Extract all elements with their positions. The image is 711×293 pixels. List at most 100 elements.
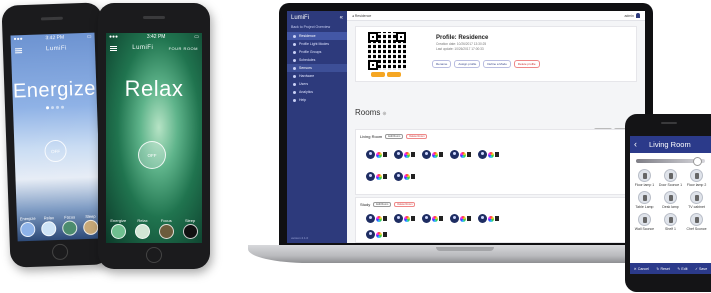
scene-chip[interactable]: Energize (20, 216, 37, 238)
scene-chip[interactable]: Relax (41, 215, 58, 237)
power-button[interactable]: OFF (44, 139, 67, 163)
clock: 3:42 PM (45, 34, 65, 42)
sidebar-item-hardware[interactable]: Hardware (287, 72, 347, 80)
collapse-icon[interactable]: « (340, 15, 343, 21)
bulb-icon (394, 214, 403, 223)
lamp-tile[interactable]: Chef Sconce (686, 213, 707, 231)
power-button[interactable]: OFF (138, 141, 166, 169)
nav-icon (293, 58, 296, 62)
bulb-icon (366, 214, 375, 223)
home-button[interactable] (146, 247, 162, 263)
scene-chip[interactable]: Relax (134, 218, 150, 239)
status-bar: ●●● 3:42 PM ▭ (106, 33, 202, 42)
scene-chip[interactable]: Focus (62, 214, 78, 236)
device-row (366, 214, 499, 223)
lamp-tile[interactable]: Door Sconce 1 (659, 169, 682, 187)
color-wheel-icon (432, 151, 438, 158)
color-wheel-icon (488, 151, 494, 158)
light-device[interactable] (366, 230, 387, 239)
room-study: Study Edit Room Delete Room (355, 197, 637, 243)
back-chevron-icon[interactable]: ‹ (634, 140, 637, 149)
light-device[interactable] (478, 150, 499, 159)
rename-button[interactable]: Rename (432, 60, 452, 68)
scene-chip[interactable]: Energize (110, 218, 126, 239)
scene-chip[interactable]: Sleep (83, 214, 99, 236)
profile-info: Profile: Residence Creation date: 10/26/… (436, 35, 488, 51)
light-device[interactable] (422, 214, 443, 223)
room-header: Study Edit Room Delete Room (360, 202, 416, 207)
sidebar-item-analytics[interactable]: Analytics (287, 88, 347, 96)
light-device[interactable] (394, 172, 415, 181)
lamp-icon (690, 169, 704, 182)
scene-title: Energize (12, 77, 97, 103)
lamp-tile[interactable]: Desk lamp (659, 191, 682, 209)
sidebar-item-light-modes[interactable]: Profile Light Modes (287, 40, 347, 48)
menu-icon[interactable] (110, 45, 117, 51)
lamp-tile[interactable]: Floor lamp 2 (686, 169, 707, 187)
light-device[interactable] (394, 150, 415, 159)
delete-profile-button[interactable]: Delete profile (513, 60, 540, 68)
lamp-icon (690, 213, 704, 226)
color-wheel-icon (376, 215, 382, 222)
battery-icon: ▭ (86, 33, 92, 40)
lamp-tile[interactable]: TV cabinet (686, 191, 707, 209)
app-brand: LumiFi (45, 45, 68, 53)
lamp-tile[interactable]: Shelf 1 (659, 213, 682, 231)
define-mode-button[interactable]: Define a Mode (483, 60, 511, 68)
light-device[interactable] (450, 150, 471, 159)
sidebar-item-groups[interactable]: Profile Groups (287, 48, 347, 56)
scene-title: Relax (124, 76, 184, 101)
qr-print-button[interactable] (371, 72, 385, 77)
scene-selector: Energize Relax Focus Sleep (17, 213, 102, 238)
qr-download-button[interactable] (387, 72, 401, 77)
save-button[interactable]: ✓ Save (695, 267, 707, 271)
back-to-projects-link[interactable]: Back to Project Overview (287, 25, 347, 32)
scene-chip[interactable]: Sleep (182, 218, 198, 239)
breadcrumb[interactable]: ◂ Residence (352, 14, 371, 18)
light-device[interactable] (394, 214, 415, 223)
home-button[interactable] (51, 243, 69, 261)
bulb-icon (450, 150, 459, 159)
device-row (366, 150, 499, 159)
sidebar-item-sensors[interactable]: Sensors (287, 64, 347, 72)
switch-icon (467, 152, 471, 157)
assign-profile-button[interactable]: Assign profile (454, 60, 481, 68)
switch-icon (467, 216, 471, 221)
reset-button[interactable]: ↻ Reset (656, 267, 669, 271)
cancel-button[interactable]: ✕ Cancel (634, 267, 649, 271)
lamp-icon (637, 191, 651, 204)
delete-room-button[interactable]: Delete Room (394, 202, 416, 207)
sidebar-item-users[interactable]: Users (287, 80, 347, 88)
edit-room-button[interactable]: Edit Room (385, 134, 404, 139)
menu-icon[interactable] (14, 47, 23, 53)
bulb-icon (366, 172, 375, 181)
light-device[interactable] (450, 214, 471, 223)
living-room-screen: ‹ Living Room Floor lamp 1 Door Sconce 1… (630, 136, 711, 274)
sidebar-item-residence[interactable]: Residence (287, 32, 347, 40)
light-device[interactable] (366, 150, 387, 159)
sidebar-item-help[interactable]: Help (287, 96, 347, 104)
bulb-icon (394, 150, 403, 159)
add-room-icon[interactable]: ⊕ (382, 111, 386, 117)
sidebar-item-schedules[interactable]: Schedules (287, 56, 347, 64)
lamp-tile[interactable]: Table Lamp (634, 191, 655, 209)
screen-header: ‹ Living Room (630, 136, 711, 153)
edit-button[interactable]: ✎ Edit (677, 267, 687, 271)
top-bar: ◂ Residence admin (347, 11, 645, 21)
light-device[interactable] (366, 214, 387, 223)
user-menu[interactable]: admin (624, 13, 640, 18)
brightness-slider[interactable] (636, 157, 705, 166)
close-icon: ✕ (633, 266, 637, 271)
pencil-icon: ✎ (677, 266, 681, 271)
color-wheel-icon (432, 215, 438, 222)
color-wheel-icon (488, 215, 494, 222)
light-device[interactable] (478, 214, 499, 223)
lamp-tile[interactable]: Wall Sconce (634, 213, 655, 231)
delete-room-button[interactable]: Delete Room (406, 134, 428, 139)
scene-chip[interactable]: Focus (158, 218, 174, 239)
light-device[interactable] (422, 150, 443, 159)
phone-energize: ●●● 3:42 PM ▭ LumiFi Energize OFF Energi… (1, 2, 111, 268)
edit-room-button[interactable]: Edit Room (373, 202, 392, 207)
light-device[interactable] (366, 172, 387, 181)
lamp-tile[interactable]: Floor lamp 1 (634, 169, 655, 187)
